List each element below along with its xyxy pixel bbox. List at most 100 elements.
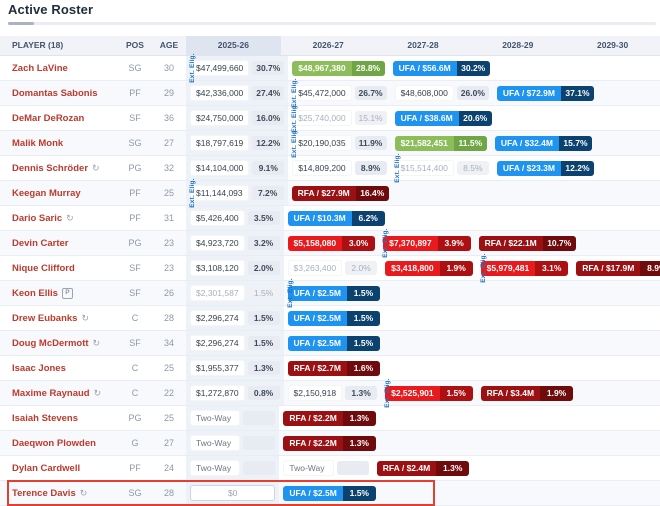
player-transaction-icon: ↻ <box>93 339 101 348</box>
player-link[interactable]: DeMar DeRozan <box>12 113 84 124</box>
player-link[interactable]: Daeqwon Plowden <box>12 438 96 449</box>
player-cell: Maxime Raynaud↻ <box>0 381 118 405</box>
season-cell: $0 <box>186 481 279 505</box>
table-body: Zach LaVineSG30Ext. Elig.$47,499,66030.7… <box>0 56 660 506</box>
pos-cell: PG <box>118 231 152 255</box>
column-header-pos[interactable]: POS <box>118 36 152 55</box>
badge-pct: 1.5% <box>347 286 380 301</box>
badge-label: UFA / $2.5M <box>288 311 347 326</box>
age-cell: 30 <box>152 56 186 80</box>
player-link[interactable]: Terence Davis <box>12 488 76 499</box>
salary-wrap: Two-Way <box>190 410 275 426</box>
pos-cell: PG <box>118 156 152 180</box>
table-row: Nique CliffordSF23$3,108,1202.0%$3,263,4… <box>0 256 660 281</box>
salary-value: $2,296,274 <box>190 310 245 326</box>
player-link[interactable]: Dylan Cardwell <box>12 463 80 474</box>
season-cell <box>598 81 660 105</box>
cap-pct: 2.0% <box>248 261 280 275</box>
table-row: Doug McDermott↻SF34$2,296,2741.5%UFA / $… <box>0 331 660 356</box>
season-cell: $1,272,8700.8% <box>186 381 284 405</box>
season-cell: RFA / $3.4M1.9% <box>477 381 577 405</box>
season-cell <box>476 356 568 380</box>
season-cell: RFA / $2.7M1.6% <box>284 356 384 380</box>
season-cell <box>384 331 476 355</box>
fa-badge: $7,370,8973.9% <box>383 236 471 251</box>
player-link[interactable]: Domantas Sabonis <box>12 88 98 99</box>
season-cell <box>568 281 660 305</box>
badge-label: UFA / $56.6M <box>393 61 457 76</box>
column-header-2029-30[interactable]: 2029-30 <box>565 36 660 55</box>
player-option-icon: P <box>62 288 73 299</box>
season-cell <box>570 206 660 230</box>
player-link[interactable]: Isaiah Stevens <box>12 413 78 424</box>
season-cell: RFA / $27.9M16.4% <box>288 181 393 205</box>
season-cell <box>380 406 473 430</box>
season-cell: Ext. Elig.$2,525,9011.5% <box>381 381 477 405</box>
player-link[interactable]: Devin Carter <box>12 238 69 249</box>
player-link[interactable]: Keegan Murray <box>12 188 81 199</box>
ext-elig-label: Ext. Elig. <box>382 228 389 257</box>
fa-badge: UFA / $72.9M37.1% <box>497 86 594 101</box>
table-row: Dylan CardwellPF24Two-Way Two-Way RFA / … <box>0 456 660 481</box>
salary-wrap: $24,750,00016.0% <box>190 110 284 126</box>
badge-label: $2,525,901 <box>385 386 440 401</box>
player-link[interactable]: Malik Monk <box>12 138 63 149</box>
player-cell: Daeqwon Plowden <box>0 431 118 455</box>
salary-value: $1,272,870 <box>190 385 245 401</box>
salary-wrap: $1,272,8700.8% <box>190 385 280 401</box>
badge-pct: 30.2% <box>457 61 490 76</box>
season-cell: Ext. Elig.$7,370,8973.9% <box>379 231 475 255</box>
player-link[interactable]: Doug McDermott <box>12 338 89 349</box>
cap-pct: 1.5% <box>248 286 280 300</box>
season-cell: Ext. Elig.$20,190,03511.9% <box>288 131 390 155</box>
cap-pct: 1.5% <box>248 336 280 350</box>
age-cell: 23 <box>152 231 186 255</box>
player-link[interactable]: Dennis Schröder <box>12 163 88 174</box>
fa-badge: $5,979,4813.1% <box>481 261 569 276</box>
badge-pct: 1.9% <box>540 386 573 401</box>
age-cell: 27 <box>152 431 186 455</box>
column-header-2027-28[interactable]: 2027-28 <box>376 36 471 55</box>
salary-input[interactable]: $0 <box>190 485 275 501</box>
table-row: Keon EllisPSF26$2,301,5871.5%Ext. Elig.U… <box>0 281 660 306</box>
season-cell: $4,923,7203.2% <box>186 231 284 255</box>
cap-pct: 1.3% <box>345 386 377 400</box>
salary-wrap: $20,190,03511.9% <box>292 135 386 151</box>
table-row: Domantas SabonisPF29$42,336,00027.4%Ext.… <box>0 81 660 106</box>
fa-badge: $21,582,45111.5% <box>395 136 487 151</box>
salary-wrap: $14,809,2008.9% <box>292 160 386 176</box>
column-header-age[interactable]: AGE <box>152 36 186 55</box>
fa-badge: RFA / $27.9M16.4% <box>292 186 389 201</box>
player-link[interactable]: Maxime Raynaud <box>12 388 90 399</box>
column-header-2028-29[interactable]: 2028-29 <box>470 36 565 55</box>
column-header-player-18-[interactable]: PLAYER (18) <box>0 36 118 55</box>
season-cell <box>476 331 568 355</box>
player-link[interactable]: Nique Clifford <box>12 263 75 274</box>
salary-value: $20,190,035 <box>292 135 351 151</box>
column-header-2025-26[interactable]: 2025-26 <box>186 36 281 55</box>
badge-pct: 1.5% <box>347 311 380 326</box>
player-link[interactable]: Drew Eubanks <box>12 313 77 324</box>
season-cell <box>384 306 476 330</box>
player-link[interactable]: Keon Ellis <box>12 288 58 299</box>
season-cell: $24,750,00016.0% <box>186 106 288 130</box>
column-header-2026-27[interactable]: 2026-27 <box>281 36 376 55</box>
badge-pct: 20.6% <box>459 111 492 126</box>
player-link[interactable]: Zach LaVine <box>12 63 68 74</box>
badge-label: RFA / $2.4M <box>377 461 436 476</box>
player-link[interactable]: Isaac Jones <box>12 363 66 374</box>
season-cell: Two-Way <box>186 456 279 480</box>
age-cell: 34 <box>152 331 186 355</box>
salary-wrap: Two-Way <box>190 460 275 476</box>
player-cell: Nique Clifford <box>0 256 118 280</box>
season-cell: UFA / $56.6M30.2% <box>389 56 494 80</box>
season-cell: $2,296,2741.5% <box>186 306 284 330</box>
player-link[interactable]: Dario Saric <box>12 213 62 224</box>
season-cell: UFA / $2.5M1.5% <box>284 331 384 355</box>
season-cell: $2,301,5871.5% <box>186 281 284 305</box>
badge-pct: 15.7% <box>559 136 592 151</box>
badge-pct: 1.5% <box>343 486 376 501</box>
salary-value: $47,499,660 <box>190 60 249 76</box>
badge-pct: 3.1% <box>535 261 568 276</box>
table-row: Keegan MurrayPF25Ext. Elig.$11,144,0937.… <box>0 181 660 206</box>
